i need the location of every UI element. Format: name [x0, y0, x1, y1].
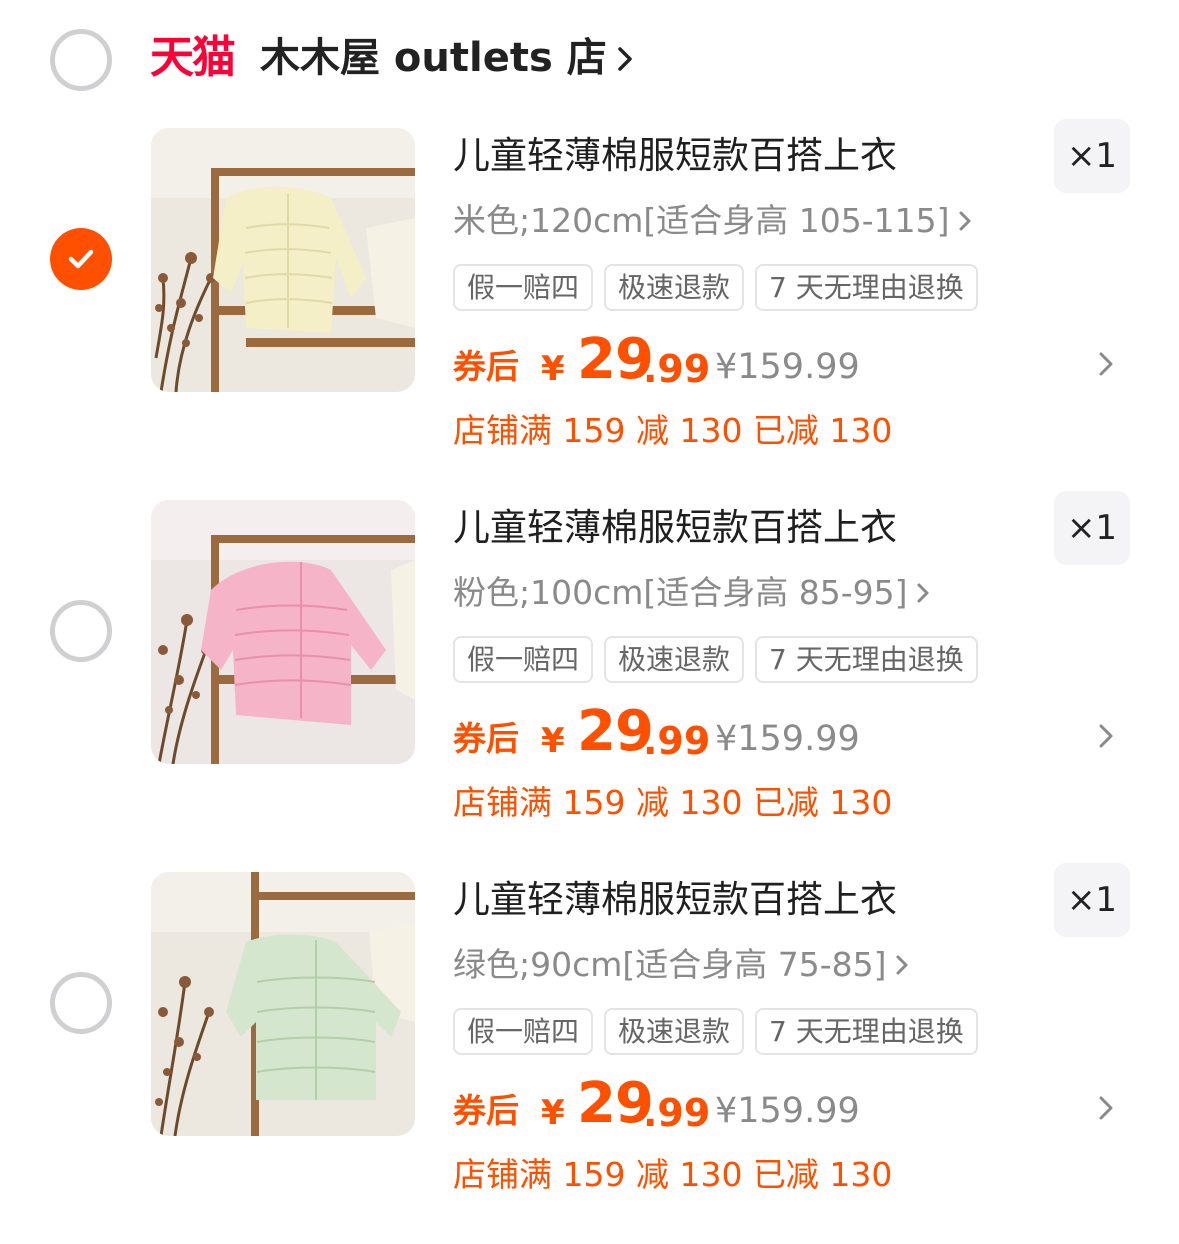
- chevron-right-icon: [617, 32, 633, 88]
- tag-fast-refund: 极速退款: [604, 636, 745, 683]
- cart-item: 儿童轻薄棉服短款百搭上衣 ×1 粉色;100cm[适合身高 85-95] 假一赔…: [0, 491, 1179, 872]
- tag-fake-compensation: 假一赔四: [453, 1008, 594, 1055]
- coupon-label: 券后: [453, 1091, 519, 1130]
- sku-text: 粉色;100cm[适合身高 85-95]: [453, 573, 908, 612]
- cart-item: 儿童轻薄棉服短款百搭上衣 ×1 米色;120cm[适合身高 105-115] 假…: [0, 119, 1179, 500]
- cart-item: 儿童轻薄棉服短款百搭上衣 ×1 绿色;90cm[适合身高 75-85] 假一赔四…: [0, 863, 1179, 1244]
- store-name-link[interactable]: 木木屋 outlets 店: [260, 30, 633, 88]
- sku-selector[interactable]: 绿色;90cm[适合身高 75-85]: [453, 942, 909, 990]
- tag-fast-refund: 极速退款: [604, 1008, 745, 1055]
- service-tags: 假一赔四 极速退款 7 天无理由退换: [453, 1008, 989, 1056]
- price-integer: 29: [577, 327, 654, 392]
- service-tags: 假一赔四 极速退款 7 天无理由退换: [453, 636, 989, 684]
- chevron-right-icon[interactable]: [1098, 722, 1114, 754]
- check-icon: [68, 249, 94, 269]
- tag-fake-compensation: 假一赔四: [453, 264, 594, 311]
- chevron-right-icon[interactable]: [1098, 350, 1114, 382]
- item-select-radio[interactable]: [50, 972, 112, 1034]
- product-title[interactable]: 儿童轻薄棉服短款百搭上衣: [453, 132, 897, 180]
- price-integer: 29: [577, 1071, 654, 1136]
- item-select-radio[interactable]: [50, 600, 112, 662]
- promo-text: 店铺满 159 减 130 已减 130: [453, 783, 893, 822]
- sku-selector[interactable]: 粉色;100cm[适合身高 85-95]: [453, 570, 930, 618]
- quantity-selector[interactable]: ×1: [1054, 491, 1130, 565]
- price-decimal: .99: [643, 1091, 711, 1135]
- sku-text: 米色;120cm[适合身高 105-115]: [453, 201, 950, 240]
- store-name: 木木屋 outlets 店: [260, 35, 607, 81]
- chevron-right-icon: [958, 200, 972, 246]
- store-select-radio[interactable]: [50, 29, 112, 91]
- product-title[interactable]: 儿童轻薄棉服短款百搭上衣: [453, 876, 897, 924]
- tag-7day-return: 7 天无理由退换: [755, 1008, 978, 1055]
- original-price: ¥159.99: [715, 719, 860, 759]
- promo-text: 店铺满 159 减 130 已减 130: [453, 411, 893, 450]
- tag-7day-return: 7 天无理由退换: [755, 264, 978, 311]
- store-header: 天猫 木木屋 outlets 店: [0, 0, 1179, 120]
- product-image: [151, 500, 415, 764]
- chevron-right-icon: [916, 572, 930, 618]
- product-image: [151, 128, 415, 392]
- coupon-label: 券后: [453, 719, 519, 758]
- quantity-selector[interactable]: ×1: [1054, 863, 1130, 937]
- product-thumbnail[interactable]: [151, 128, 415, 392]
- tag-fake-compensation: 假一赔四: [453, 636, 594, 683]
- sku-text: 绿色;90cm[适合身高 75-85]: [453, 945, 887, 984]
- tag-7day-return: 7 天无理由退换: [755, 636, 978, 683]
- product-image: [151, 872, 415, 1136]
- original-price: ¥159.99: [715, 347, 860, 387]
- product-thumbnail[interactable]: [151, 872, 415, 1136]
- original-price: ¥159.99: [715, 1091, 860, 1131]
- currency-symbol: ¥: [541, 1093, 565, 1133]
- currency-symbol: ¥: [541, 721, 565, 761]
- sku-selector[interactable]: 米色;120cm[适合身高 105-115]: [453, 198, 972, 246]
- promo-text: 店铺满 159 减 130 已减 130: [453, 1155, 893, 1194]
- coupon-label: 券后: [453, 347, 519, 386]
- tag-fast-refund: 极速退款: [604, 264, 745, 311]
- product-thumbnail[interactable]: [151, 500, 415, 764]
- price-integer: 29: [577, 699, 654, 764]
- tmall-logo: 天猫: [150, 32, 236, 83]
- currency-symbol: ¥: [541, 349, 565, 389]
- quantity-selector[interactable]: ×1: [1054, 119, 1130, 193]
- chevron-right-icon: [895, 944, 909, 990]
- product-title[interactable]: 儿童轻薄棉服短款百搭上衣: [453, 504, 897, 552]
- chevron-right-icon[interactable]: [1098, 1094, 1114, 1126]
- service-tags: 假一赔四 极速退款 7 天无理由退换: [453, 264, 989, 312]
- price-decimal: .99: [643, 719, 711, 763]
- item-select-radio[interactable]: [50, 228, 112, 290]
- price-decimal: .99: [643, 347, 711, 391]
